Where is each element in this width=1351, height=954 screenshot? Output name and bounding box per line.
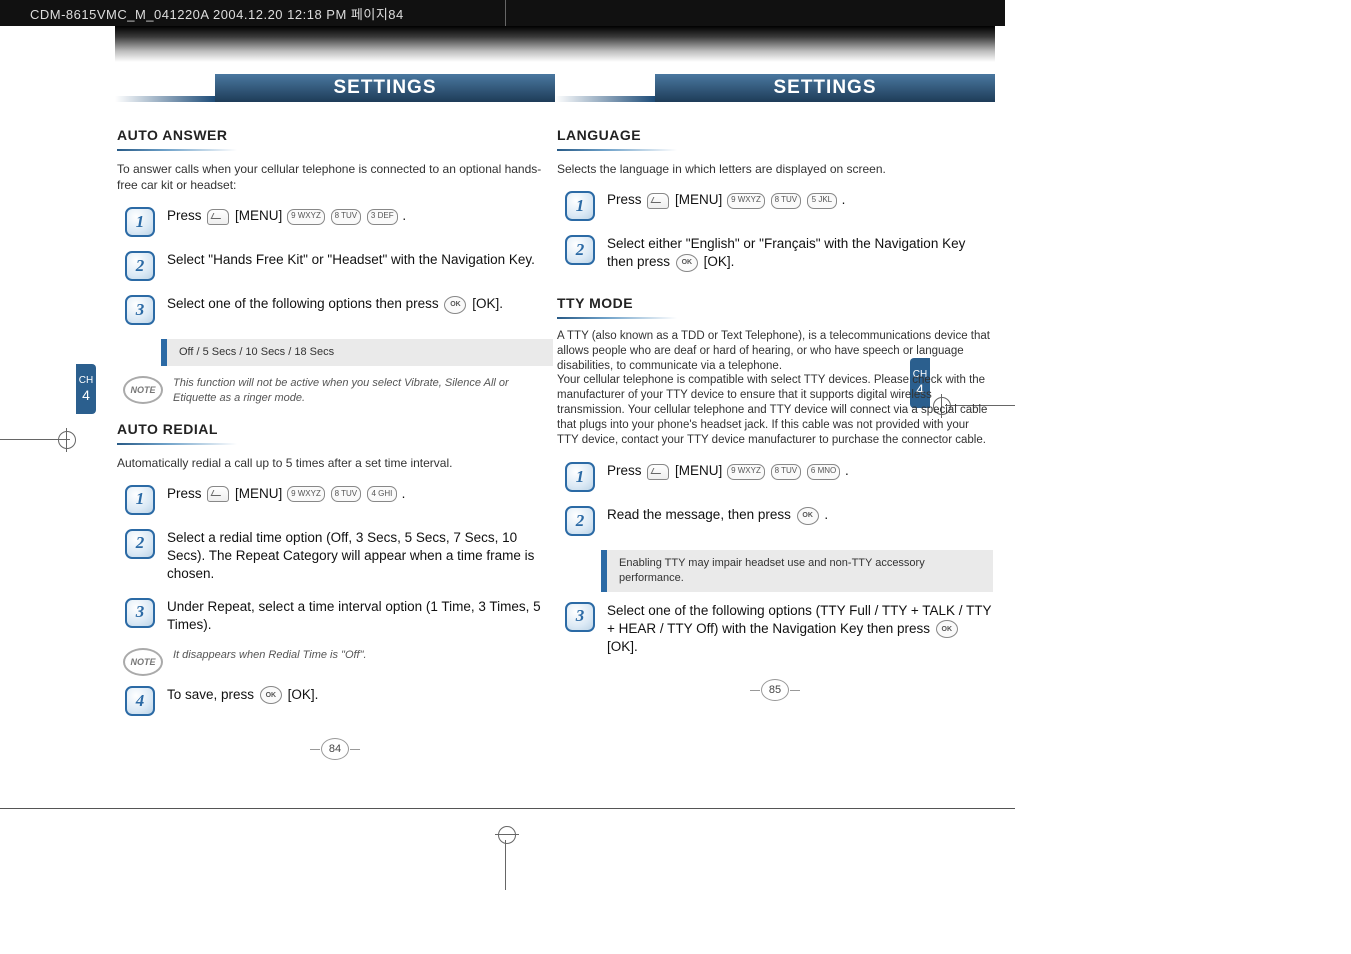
ok-key-icon: OK	[676, 254, 698, 272]
step-number-icon: 1	[565, 191, 595, 221]
step-number-icon: 2	[125, 251, 155, 281]
left-softkey-icon	[207, 209, 229, 225]
step-number-icon: 2	[125, 529, 155, 559]
step-number-icon: 3	[125, 598, 155, 628]
keypad-8-icon: 8 TUV	[331, 486, 362, 502]
step-number-icon: 3	[565, 602, 595, 632]
auto-redial-note: NOTE It disappears when Redial Time is "…	[123, 648, 553, 676]
left-softkey-icon	[207, 486, 229, 502]
auto-answer-note: NOTE This function will not be active wh…	[123, 376, 553, 406]
page-title-bar: SETTINGS	[115, 66, 555, 102]
keypad-5-icon: 5 JKL	[807, 193, 837, 209]
section-heading-language: LANGUAGE	[557, 126, 993, 145]
page-title: SETTINGS	[215, 74, 555, 102]
auto-answer-step-3: 3 Select one of the following options th…	[125, 295, 553, 325]
keypad-4-icon: 4 GHI	[367, 486, 397, 502]
auto-redial-step-1: 1 Press [MENU] 9 WXYZ 8 TUV 4 GHI .	[125, 485, 553, 515]
step-number-icon: 4	[125, 686, 155, 716]
keypad-9-icon: 9 WXYZ	[727, 193, 765, 209]
page-number-left: 84	[115, 738, 555, 760]
auto-redial-step-2: 2 Select a redial time option (Off, 3 Se…	[125, 529, 553, 584]
step-number-icon: 2	[565, 235, 595, 265]
ok-key-icon: OK	[797, 507, 819, 525]
keypad-3-icon: 3 DEF	[367, 209, 398, 225]
step-number-icon: 1	[125, 207, 155, 237]
auto-answer-step-2: 2 Select "Hands Free Kit" or "Headset" w…	[125, 251, 553, 281]
step-number-icon: 1	[565, 462, 595, 492]
ok-key-icon: OK	[444, 296, 466, 314]
cut-line	[0, 808, 1015, 809]
tty-warning-box: Enabling TTY may impair headset use and …	[601, 550, 993, 592]
page-title: SETTINGS	[655, 74, 995, 102]
tty-intro: A TTY (also known as a TDD or Text Telep…	[557, 329, 993, 449]
keypad-9-icon: 9 WXYZ	[287, 209, 325, 225]
ok-key-icon: OK	[936, 620, 958, 638]
auto-answer-intro: To answer calls when your cellular telep…	[117, 161, 553, 193]
keypad-8-icon: 8 TUV	[771, 193, 802, 209]
tty-step-3: 3 Select one of the following options (T…	[565, 602, 993, 657]
step-number-icon: 2	[565, 506, 595, 536]
tty-step-2: 2 Read the message, then press OK .	[565, 506, 993, 536]
keypad-8-icon: 8 TUV	[771, 464, 802, 480]
page-title-bar: SETTINGS	[555, 66, 995, 102]
section-heading-tty: TTY MODE	[557, 294, 993, 313]
ok-key-icon: OK	[260, 686, 282, 704]
language-intro: Selects the language in which letters ar…	[557, 161, 993, 177]
keypad-6-icon: 6 MNO	[807, 464, 840, 480]
section-heading-auto-redial: AUTO REDIAL	[117, 420, 553, 439]
auto-answer-step-1: 1 Press [MENU] 9 WXYZ 8 TUV 3 DEF .	[125, 207, 553, 237]
keypad-9-icon: 9 WXYZ	[287, 486, 325, 502]
tty-step-1: 1 Press [MENU] 9 WXYZ 8 TUV 6 MNO .	[565, 462, 993, 492]
page-top-gradient	[555, 26, 995, 62]
auto-redial-step-4: 4 To save, press OK [OK].	[125, 686, 553, 716]
chapter-tab-left: CH 4	[76, 364, 96, 414]
page-84: SETTINGS AUTO ANSWER To answer calls whe…	[115, 26, 555, 730]
auto-answer-options: Off / 5 Secs / 10 Secs / 18 Secs	[161, 339, 553, 366]
registration-mark-left	[0, 430, 88, 450]
manual-spread: CDM-8615VMC_M_041220A 2004.12.20 12:18 P…	[0, 0, 1351, 954]
language-step-2: 2 Select either "English" or "Français" …	[565, 235, 993, 272]
auto-redial-intro: Automatically redial a call up to 5 time…	[117, 455, 553, 471]
page-85: SETTINGS LANGUAGE Selects the language i…	[555, 26, 995, 671]
keypad-9-icon: 9 WXYZ	[727, 464, 765, 480]
step-number-icon: 1	[125, 485, 155, 515]
page-top-gradient	[115, 26, 555, 62]
note-icon: NOTE	[123, 648, 163, 676]
left-softkey-icon	[647, 464, 669, 480]
note-icon: NOTE	[123, 376, 163, 404]
section-heading-auto-answer: AUTO ANSWER	[117, 126, 553, 145]
left-softkey-icon	[647, 193, 669, 209]
auto-redial-step-3: 3 Under Repeat, select a time interval o…	[125, 598, 553, 634]
language-step-1: 1 Press [MENU] 9 WXYZ 8 TUV 5 JKL .	[565, 191, 993, 221]
page-number-right: 85	[555, 679, 995, 701]
keypad-8-icon: 8 TUV	[331, 209, 362, 225]
registration-mark-bottom	[498, 820, 514, 890]
step-number-icon: 3	[125, 295, 155, 325]
file-header-text: CDM-8615VMC_M_041220A 2004.12.20 12:18 P…	[30, 4, 404, 23]
